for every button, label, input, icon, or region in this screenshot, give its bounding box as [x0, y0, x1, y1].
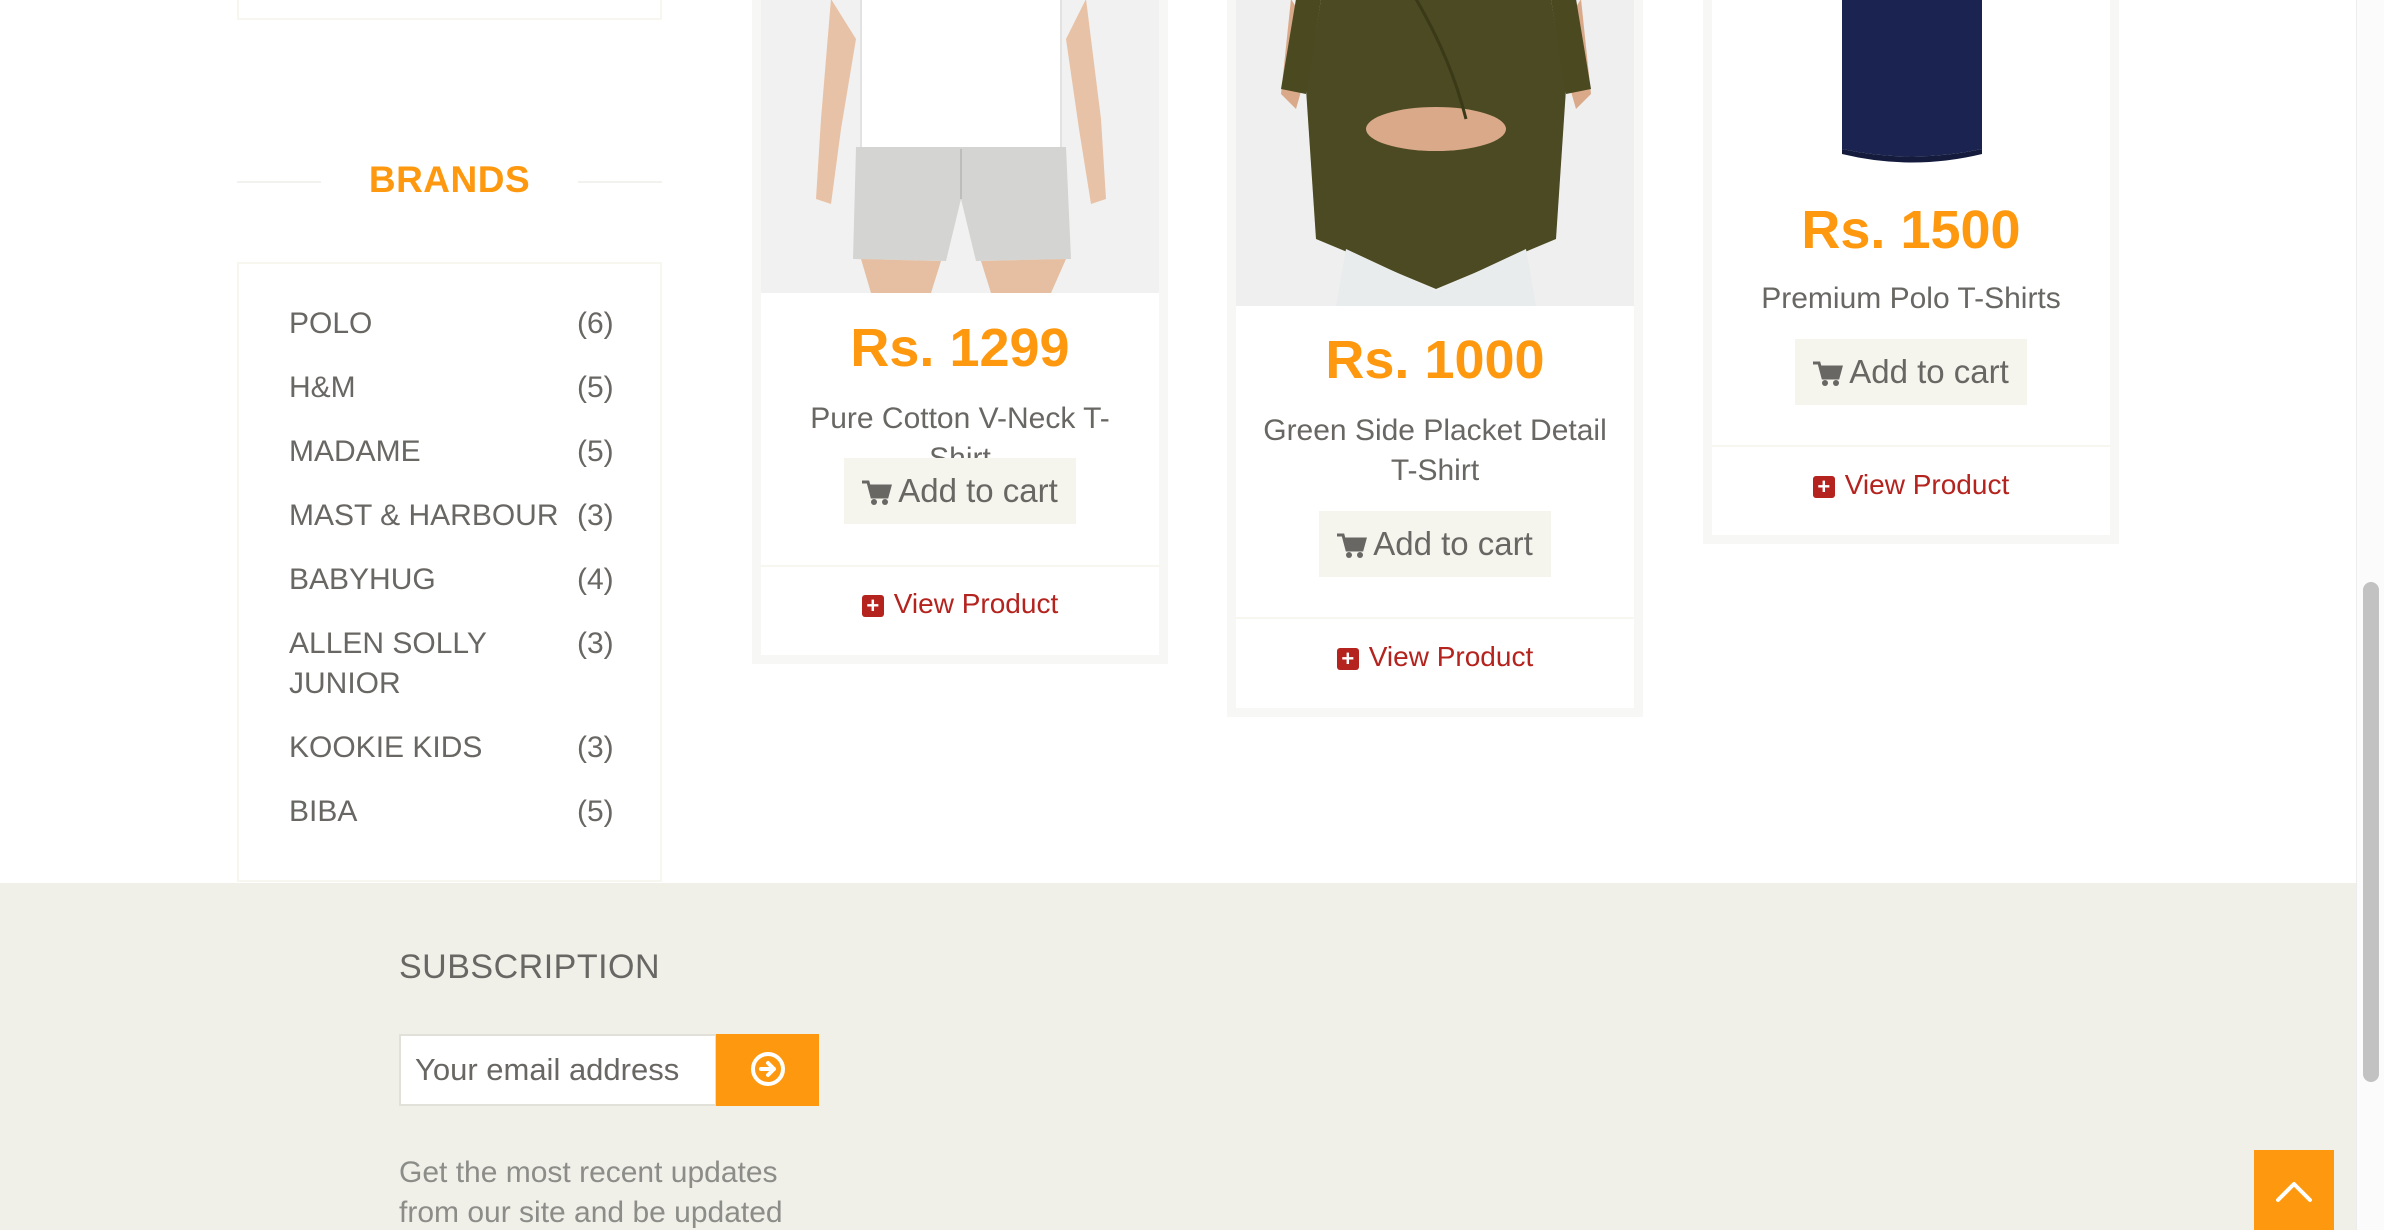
- category-panel-bottom: [237, 0, 662, 20]
- brand-item-babyhug[interactable]: BABYHUG (4): [289, 560, 614, 600]
- brand-item-hm[interactable]: H&M (5): [289, 368, 614, 408]
- cart-icon: [1337, 533, 1368, 558]
- arrow-circle-right-icon: [750, 1051, 785, 1086]
- brand-name: MADAME: [289, 435, 421, 468]
- product-card: Rs. 1299 Pure Cotton V-Neck T-Shirt Add …: [752, 0, 1168, 664]
- product-price: Rs. 1000: [1325, 330, 1545, 390]
- product-image[interactable]: [1236, 0, 1634, 306]
- heading-divider-right: [578, 181, 662, 183]
- view-product-link[interactable]: + View Product: [761, 584, 1159, 624]
- brand-name: H&M: [289, 371, 356, 404]
- scroll-up-button[interactable]: [2254, 1150, 2334, 1230]
- brand-item-allen-solly-junior[interactable]: ALLEN SOLLY JUNIOR (3): [289, 624, 614, 704]
- brand-item-mast-harbour[interactable]: MAST & HARBOUR (3): [289, 496, 614, 536]
- brand-count: (3): [577, 731, 614, 764]
- footer: SUBSCRIPTION Get the most recent updates…: [0, 883, 2356, 1230]
- product-card: Rs. 1000 Green Side Placket Detail T-Shi…: [1227, 0, 1643, 717]
- view-product-link[interactable]: + View Product: [1712, 465, 2110, 505]
- cart-icon: [1813, 361, 1844, 386]
- product-photo-green-shirt: [1236, 0, 1634, 306]
- brand-name: BABYHUG: [289, 563, 436, 596]
- brand-item-biba[interactable]: BIBA (5): [289, 792, 614, 832]
- angle-up-icon: [2276, 1182, 2312, 1202]
- subscribe-button[interactable]: [716, 1034, 819, 1106]
- plus-square-icon: +: [1336, 648, 1359, 670]
- add-to-cart-button[interactable]: Add to cart: [844, 458, 1076, 524]
- view-product-label: View Product: [1844, 469, 2010, 500]
- add-to-cart-button[interactable]: Add to cart: [1319, 511, 1551, 577]
- product-price: Rs. 1500: [1801, 200, 2021, 260]
- add-to-cart-label: Add to cart: [1373, 525, 1533, 562]
- brand-name: ALLEN SOLLY JUNIOR: [289, 627, 487, 700]
- brand-item-kookie-kids[interactable]: KOOKIE KIDS (3): [289, 728, 614, 768]
- brand-count: (3): [577, 627, 614, 660]
- page: BRANDS POLO (6) H&M (5) MADAME (5) MAST …: [0, 0, 2384, 1230]
- brand-count: (5): [577, 371, 614, 404]
- brand-name: POLO: [289, 307, 373, 340]
- subscription-title: SUBSCRIPTION: [399, 948, 661, 986]
- card-divider: [761, 565, 1159, 567]
- subscription-description: Get the most recent updates from our sit…: [399, 1156, 783, 1229]
- add-to-cart-label: Add to cart: [898, 472, 1058, 509]
- brand-item-madame[interactable]: MADAME (5): [289, 432, 614, 472]
- product-price: Rs. 1299: [850, 318, 1070, 378]
- add-to-cart-label: Add to cart: [1849, 353, 2009, 390]
- product-name: Premium Polo T-Shirts: [1761, 282, 2061, 315]
- brand-count: (4): [577, 563, 614, 596]
- brand-count: (3): [577, 499, 614, 532]
- add-to-cart-button[interactable]: Add to cart: [1795, 339, 2027, 405]
- plus-square-icon: +: [1812, 476, 1835, 498]
- brand-item-polo[interactable]: POLO (6): [289, 304, 614, 344]
- card-divider: [1712, 445, 2110, 447]
- view-product-label: View Product: [1368, 641, 1534, 672]
- brand-name: BIBA: [289, 795, 358, 828]
- brand-name: KOOKIE KIDS: [289, 731, 483, 764]
- product-photo-polo: [1712, 0, 2110, 169]
- brand-name: MAST & HARBOUR: [289, 499, 559, 532]
- view-product-label: View Product: [893, 588, 1059, 619]
- product-name: Green Side Placket Detail T-Shirt: [1263, 414, 1607, 487]
- brand-count: (5): [577, 435, 614, 468]
- brand-count: (5): [577, 795, 614, 828]
- brand-count: (6): [577, 307, 614, 340]
- product-image[interactable]: [1712, 0, 2110, 169]
- product-card: Rs. 1500 Premium Polo T-Shirts Add to ca…: [1703, 0, 2119, 544]
- card-divider: [1236, 617, 1634, 619]
- brands-list: POLO (6) H&M (5) MADAME (5) MAST & HARBO…: [237, 262, 662, 882]
- plus-square-icon: +: [861, 595, 884, 617]
- vertical-scrollbar[interactable]: [2356, 0, 2384, 1230]
- product-photo-vneck: [761, 0, 1159, 293]
- scrollbar-thumb[interactable]: [2363, 582, 2379, 1082]
- brands-title: BRANDS: [368, 159, 531, 200]
- heading-divider-left: [237, 181, 321, 183]
- cart-icon: [862, 480, 893, 505]
- product-image[interactable]: [761, 0, 1159, 293]
- email-field[interactable]: [399, 1034, 717, 1106]
- view-product-link[interactable]: + View Product: [1236, 637, 1634, 677]
- brands-heading: BRANDS: [237, 150, 662, 210]
